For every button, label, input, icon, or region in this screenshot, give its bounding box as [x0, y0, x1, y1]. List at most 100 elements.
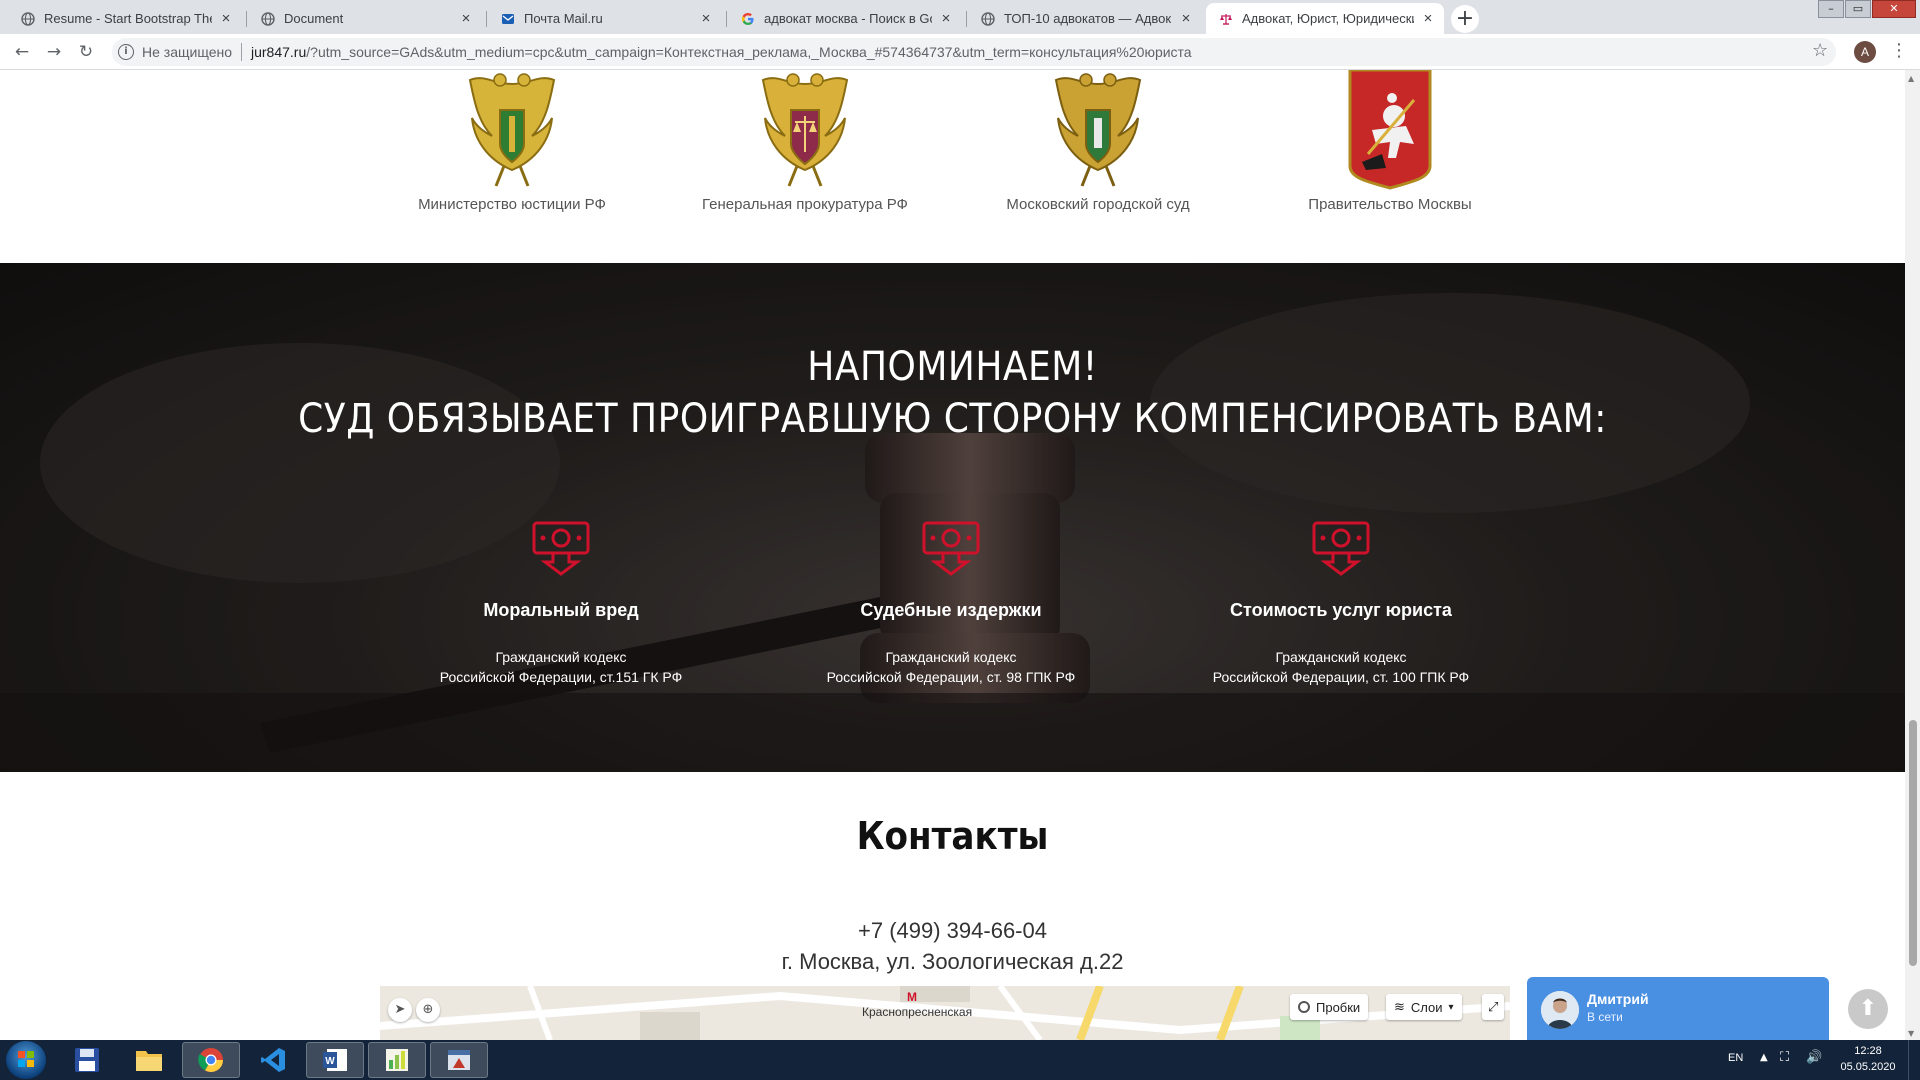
- taskbar-app-window[interactable]: [430, 1042, 488, 1078]
- forward-arrow-icon[interactable]: →: [42, 40, 66, 64]
- fullscreen-button[interactable]: ⤢: [1482, 994, 1505, 1020]
- clock-date[interactable]: 05.05.2020: [1838, 1061, 1898, 1073]
- tab-top10[interactable]: ТОП-10 адвокатов — Адвокат К ×: [968, 3, 1202, 34]
- locate-arrow-icon[interactable]: ➤: [388, 998, 412, 1022]
- tab-resume[interactable]: Resume - Start Bootstrap Theme ×: [8, 3, 242, 34]
- maximize-window-button[interactable]: ▭: [1845, 0, 1871, 18]
- taskbar-word-app[interactable]: W: [306, 1042, 364, 1078]
- minimize-window-button[interactable]: –: [1818, 0, 1844, 18]
- emblem-caption: Московский городской суд: [1006, 196, 1190, 213]
- page-scrollbar[interactable]: ▲ ▼: [1905, 70, 1920, 1040]
- close-tab-icon[interactable]: ×: [698, 10, 714, 27]
- network-icon[interactable]: ⛶: [1780, 1050, 1789, 1065]
- url-path: /?utm_source=GAds&utm_medium=cpc&utm_cam…: [306, 44, 1192, 60]
- clock-time[interactable]: 12:28: [1838, 1045, 1898, 1057]
- taskbar-chrome-app[interactable]: [182, 1042, 240, 1078]
- bookmark-star-icon[interactable]: ☆: [1812, 40, 1828, 61]
- feature-text-line: Российской Федерации, ст.151 ГК РФ: [439, 669, 683, 685]
- taskbar-vscode-app[interactable]: [244, 1042, 302, 1078]
- arrow-up-icon: ⬆: [1858, 996, 1878, 1021]
- close-window-button[interactable]: ✕: [1872, 0, 1916, 18]
- windows-taskbar: W EN ▲ ⛶ 🔊 12:28 05.05.2020: [0, 1040, 1920, 1080]
- tab-mail[interactable]: Почта Mail.ru ×: [488, 3, 722, 34]
- scroll-up-arrow-icon[interactable]: ▲: [1908, 74, 1914, 83]
- chevron-down-icon: ▾: [1448, 1001, 1454, 1013]
- info-icon[interactable]: i: [118, 44, 134, 60]
- metro-label: Краснопресненская: [862, 1005, 973, 1019]
- omnibox-separator: [241, 43, 242, 61]
- tab-separator: [246, 11, 247, 27]
- traffic-label: Пробки: [1316, 999, 1361, 1015]
- profile-avatar[interactable]: A: [1854, 41, 1876, 63]
- tab-separator: [486, 11, 487, 27]
- avatar: [1541, 991, 1579, 1029]
- tab-title: ТОП-10 адвокатов — Адвокат К: [1004, 11, 1172, 26]
- chat-widget[interactable]: Дмитрий В сети: [1527, 977, 1829, 1040]
- traffic-light-icon: [1298, 1001, 1310, 1013]
- emblem-prosecutor-general: Генеральная прокуратура РФ: [655, 70, 955, 213]
- web-page: Министерство юстиции РФ Генеральная прок…: [0, 70, 1905, 1040]
- scroll-down-arrow-icon[interactable]: ▼: [1908, 1029, 1914, 1038]
- close-tab-icon[interactable]: ×: [1420, 10, 1436, 27]
- close-tab-icon[interactable]: ×: [1178, 10, 1194, 27]
- close-tab-icon[interactable]: ×: [218, 10, 234, 27]
- windows-logo-icon: [18, 1051, 34, 1067]
- app-window-icon: [448, 1050, 470, 1070]
- close-tab-icon[interactable]: ×: [938, 10, 954, 27]
- svg-text:W: W: [325, 1056, 335, 1067]
- tab-title: Почта Mail.ru: [524, 11, 603, 26]
- more-menu-icon[interactable]: ⋮: [1890, 40, 1908, 61]
- moscow-coat-of-arms-icon: [1348, 70, 1432, 190]
- chrome-icon: [198, 1048, 223, 1073]
- volume-icon[interactable]: 🔊: [1806, 1050, 1822, 1065]
- tab-document[interactable]: Document ×: [248, 3, 482, 34]
- chat-agent-name: Дмитрий: [1587, 991, 1649, 1007]
- security-label: Не защищено: [142, 44, 232, 60]
- scroll-to-top-button[interactable]: ⬆: [1848, 989, 1888, 1029]
- money-down-icon: [921, 520, 981, 576]
- start-button[interactable]: [6, 1041, 46, 1079]
- tab-separator: [966, 11, 967, 27]
- emblem-moscow-court: Московский городской суд: [948, 70, 1248, 213]
- new-tab-button[interactable]: +: [1451, 5, 1479, 33]
- taskbar-explorer-app[interactable]: [120, 1042, 178, 1078]
- route-icon[interactable]: ⊕: [416, 998, 440, 1022]
- tab-google-search[interactable]: адвокат москва - Поиск в Goog ×: [728, 3, 962, 34]
- taskbar-save-app[interactable]: [58, 1042, 116, 1078]
- layers-button[interactable]: ≋ Слои ▾: [1386, 994, 1462, 1020]
- browser-toolbar: ← → ↻ i Не защищено jur847.ru/?utm_sourc…: [0, 34, 1920, 70]
- tab-lawyer-active[interactable]: Адвокат, Юрист, Юридические ×: [1206, 3, 1444, 34]
- back-arrow-icon[interactable]: ←: [10, 40, 34, 64]
- feature-title: Моральный вред: [483, 600, 639, 620]
- feature-court-costs: Судебные издержки Гражданский кодекс Рос…: [761, 520, 1141, 687]
- gavel-background-image: [0, 263, 1905, 772]
- emblem-caption: Правительство Москвы: [1308, 196, 1472, 213]
- contacts-title: Контакты: [856, 814, 1049, 858]
- tab-title: Document: [284, 11, 344, 26]
- tray-expand-icon[interactable]: ▲: [1760, 1052, 1768, 1063]
- feature-text-line: Гражданский кодекс: [885, 649, 1017, 665]
- scrollbar-thumb[interactable]: [1909, 720, 1917, 966]
- input-language-indicator[interactable]: EN: [1728, 1052, 1743, 1064]
- url-host: jur847.ru: [251, 44, 307, 60]
- banner-title: НАПОМИНАЕМ! СУД ОБЯЗЫВАЕТ ПРОИГРАВШУЮ СТ…: [0, 341, 1905, 445]
- eagle-emblem-icon: [468, 73, 556, 187]
- browser-tab-strip: Resume - Start Bootstrap Theme × Documen…: [0, 0, 1920, 34]
- chart-app-icon: [386, 1049, 408, 1071]
- feature-text: Гражданский кодекс Российской Федерации,…: [1151, 647, 1531, 687]
- google-icon: [740, 11, 756, 27]
- taskbar-chart-app[interactable]: [368, 1042, 426, 1078]
- banner-title-line2: СУД ОБЯЗЫВАЕТ ПРОИГРАВШУЮ СТОРОНУ КОМПЕН…: [298, 396, 1607, 442]
- contacts-address: г. Москва, ул. Зоологическая д.22: [781, 949, 1124, 974]
- traffic-button[interactable]: Пробки: [1290, 994, 1369, 1020]
- reload-icon[interactable]: ↻: [74, 40, 98, 64]
- contacts-phone-link[interactable]: +7 (499) 394-66-04: [0, 918, 1905, 944]
- address-bar[interactable]: i Не защищено jur847.ru/?utm_source=GAds…: [112, 38, 1836, 66]
- floppy-disk-icon: [75, 1048, 99, 1072]
- close-tab-icon[interactable]: ×: [458, 10, 474, 27]
- show-desktop-button[interactable]: [1908, 1040, 1920, 1080]
- yandex-map[interactable]: ➤ ⊕ M Краснопресненская Пробки ≋ Слои ▾ …: [380, 986, 1510, 1040]
- globe-icon: [260, 11, 276, 27]
- word-icon: W: [323, 1049, 347, 1071]
- tab-separator: [726, 11, 727, 27]
